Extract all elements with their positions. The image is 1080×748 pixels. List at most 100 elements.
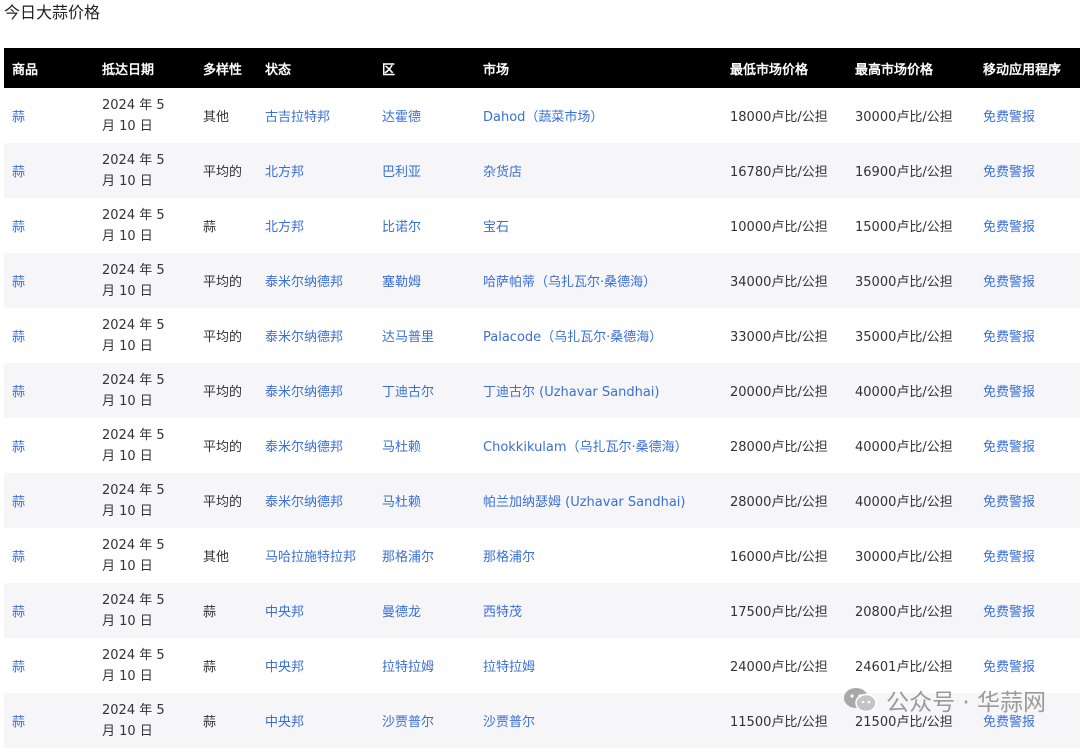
cell-market[interactable]: 帕兰加纳瑟姆 (Uzhavar Sandhai) — [475, 473, 722, 528]
cell-district[interactable]: 那格浦尔 — [374, 528, 475, 583]
cell-min-price: 20000卢比/公担 — [730, 385, 828, 400]
cell-min-price: 28000卢比/公担 — [730, 440, 828, 455]
cell-free-alert-link[interactable]: 免费警报 — [975, 308, 1080, 363]
cell-variety: 蒜 — [203, 605, 217, 620]
cell-district[interactable]: 马杜赖 — [374, 418, 475, 473]
table-row: 蒜 2024 年 5 月 10 日 平均的 泰米尔纳德邦 丁迪古尔 丁迪古尔 (Uzhav… — [4, 363, 1080, 418]
cell-market[interactable]: Chokkikulam（乌扎瓦尔·桑德海） — [475, 418, 722, 473]
cell-district[interactable]: 马杜赖 — [374, 473, 475, 528]
cell-district[interactable]: 巴利亚 — [374, 143, 475, 198]
cell-market[interactable]: 拉特拉姆 — [475, 638, 722, 693]
cell-arrival-date: 2024 年 5 月 10 日 — [102, 97, 165, 134]
cell-max-price: 16900卢比/公担 — [855, 165, 953, 180]
cell-free-alert-link[interactable]: 免费警报 — [975, 363, 1080, 418]
cell-free-alert-link[interactable]: 免费警报 — [975, 638, 1080, 693]
cell-variety: 平均的 — [203, 440, 243, 455]
price-table-container: 商品 抵达日期 多样性 状态 区 市场 最低市场价格 最高市场价格 移动应用程序… — [4, 48, 1080, 748]
cell-state[interactable]: 泰米尔纳德邦 — [257, 253, 374, 308]
cell-state[interactable]: 泰米尔纳德邦 — [257, 418, 374, 473]
cell-variety: 蒜 — [203, 220, 217, 235]
header-mobile-app: 移动应用程序 — [983, 62, 1062, 78]
cell-market[interactable]: 宝石 — [475, 198, 722, 253]
cell-state[interactable]: 中央邦 — [257, 693, 374, 748]
cell-free-alert-link[interactable]: 免费警报 — [975, 198, 1080, 253]
cell-commodity[interactable]: 蒜 — [4, 143, 94, 198]
header-max-price: 最高市场价格 — [855, 62, 934, 78]
cell-district[interactable]: 比诺尔 — [374, 198, 475, 253]
cell-state[interactable]: 古吉拉特邦 — [257, 88, 374, 143]
cell-commodity[interactable]: 蒜 — [4, 418, 94, 473]
cell-state[interactable]: 北方邦 — [257, 143, 374, 198]
header-arrival-date: 抵达日期 — [102, 62, 155, 78]
cell-market[interactable]: Palacode（乌扎瓦尔·桑德海） — [475, 308, 722, 363]
cell-market[interactable]: 丁迪古尔 (Uzhavar Sandhai) — [475, 363, 722, 418]
cell-arrival-date: 2024 年 5 月 10 日 — [102, 152, 165, 189]
cell-arrival-date: 2024 年 5 月 10 日 — [102, 262, 165, 299]
cell-free-alert-link[interactable]: 免费警报 — [975, 418, 1080, 473]
cell-commodity[interactable]: 蒜 — [4, 363, 94, 418]
cell-market[interactable]: Dahod（蔬菜市场） — [475, 88, 722, 143]
cell-district[interactable]: 塞勒姆 — [374, 253, 475, 308]
cell-state[interactable]: 泰米尔纳德邦 — [257, 363, 374, 418]
cell-arrival-date: 2024 年 5 月 10 日 — [102, 647, 165, 684]
cell-state[interactable]: 中央邦 — [257, 583, 374, 638]
cell-min-price: 34000卢比/公担 — [730, 275, 828, 290]
cell-market[interactable]: 哈萨帕蒂（乌扎瓦尔·桑德海） — [475, 253, 722, 308]
cell-variety: 其他 — [203, 550, 230, 565]
cell-variety: 平均的 — [203, 165, 243, 180]
cell-market[interactable]: 那格浦尔 — [475, 528, 722, 583]
cell-min-price: 10000卢比/公担 — [730, 220, 828, 235]
cell-arrival-date: 2024 年 5 月 10 日 — [102, 317, 165, 354]
cell-arrival-date: 2024 年 5 月 10 日 — [102, 372, 165, 409]
cell-min-price: 24000卢比/公担 — [730, 660, 828, 675]
cell-market[interactable]: 沙贾普尔 — [475, 693, 722, 748]
cell-commodity[interactable]: 蒜 — [4, 253, 94, 308]
cell-market[interactable]: 西特茂 — [475, 583, 722, 638]
cell-state[interactable]: 泰米尔纳德邦 — [257, 473, 374, 528]
cell-free-alert-link[interactable]: 免费警报 — [975, 143, 1080, 198]
cell-commodity[interactable]: 蒜 — [4, 88, 94, 143]
table-header-row: 商品 抵达日期 多样性 状态 区 市场 最低市场价格 最高市场价格 移动应用程序 — [4, 48, 1080, 88]
cell-district[interactable]: 曼德龙 — [374, 583, 475, 638]
cell-commodity[interactable]: 蒜 — [4, 528, 94, 583]
price-table: 商品 抵达日期 多样性 状态 区 市场 最低市场价格 最高市场价格 移动应用程序… — [4, 48, 1080, 748]
header-market: 市场 — [483, 62, 510, 78]
cell-commodity[interactable]: 蒜 — [4, 638, 94, 693]
cell-market[interactable]: 杂货店 — [475, 143, 722, 198]
cell-district[interactable]: 丁迪古尔 — [374, 363, 475, 418]
header-state: 状态 — [265, 62, 292, 78]
cell-state[interactable]: 北方邦 — [257, 198, 374, 253]
cell-free-alert-link[interactable]: 免费警报 — [975, 473, 1080, 528]
cell-commodity[interactable]: 蒜 — [4, 308, 94, 363]
table-row: 蒜 2024 年 5 月 10 日 平均的 北方邦 巴利亚 杂货店 16780卢比/公担 16… — [4, 143, 1080, 198]
cell-state[interactable]: 中央邦 — [257, 638, 374, 693]
header-commodity: 商品 — [12, 62, 39, 78]
cell-free-alert-link[interactable]: 免费警报 — [975, 253, 1080, 308]
cell-arrival-date: 2024 年 5 月 10 日 — [102, 537, 165, 574]
cell-max-price: 20800卢比/公担 — [855, 605, 953, 620]
table-row: 蒜 2024 年 5 月 10 日 平均的 泰米尔纳德邦 达马普里 Palacode（乌扎… — [4, 308, 1080, 363]
cell-state[interactable]: 马哈拉施特拉邦 — [257, 528, 374, 583]
cell-commodity[interactable]: 蒜 — [4, 693, 94, 748]
cell-district[interactable]: 达马普里 — [374, 308, 475, 363]
cell-free-alert-link[interactable]: 免费警报 — [975, 693, 1080, 748]
cell-min-price: 16000卢比/公担 — [730, 550, 828, 565]
cell-variety: 蒜 — [203, 715, 217, 730]
cell-free-alert-link[interactable]: 免费警报 — [975, 528, 1080, 583]
cell-variety: 蒜 — [203, 660, 217, 675]
cell-free-alert-link[interactable]: 免费警报 — [975, 583, 1080, 638]
cell-free-alert-link[interactable]: 免费警报 — [975, 88, 1080, 143]
cell-min-price: 17500卢比/公担 — [730, 605, 828, 620]
table-row: 蒜 2024 年 5 月 10 日蒜中央邦 拉特拉姆 拉特拉姆 24000卢比/公担 24… — [4, 638, 1080, 693]
cell-district[interactable]: 达霍德 — [374, 88, 475, 143]
cell-min-price: 16780卢比/公担 — [730, 165, 828, 180]
cell-max-price: 40000卢比/公担 — [855, 440, 953, 455]
cell-variety: 平均的 — [203, 385, 243, 400]
cell-district[interactable]: 沙贾普尔 — [374, 693, 475, 748]
cell-state[interactable]: 泰米尔纳德邦 — [257, 308, 374, 363]
cell-commodity[interactable]: 蒜 — [4, 583, 94, 638]
header-variety: 多样性 — [203, 62, 243, 78]
cell-district[interactable]: 拉特拉姆 — [374, 638, 475, 693]
cell-commodity[interactable]: 蒜 — [4, 473, 94, 528]
cell-commodity[interactable]: 蒜 — [4, 198, 94, 253]
